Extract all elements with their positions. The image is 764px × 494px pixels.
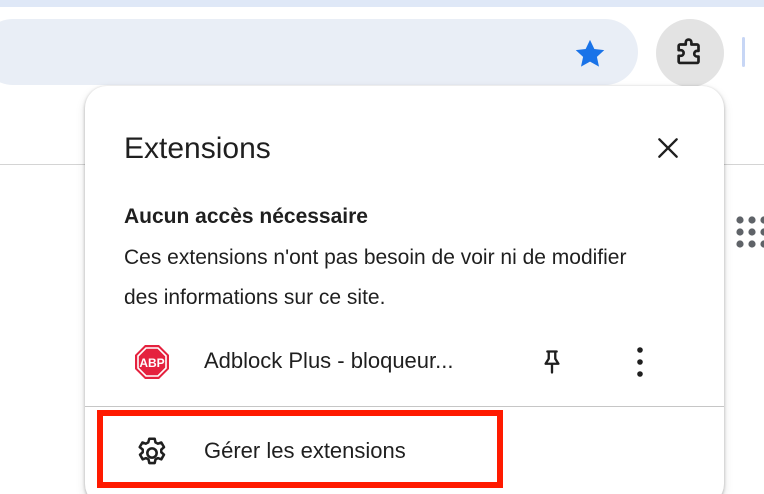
close-button[interactable] xyxy=(648,128,688,168)
puzzle-icon xyxy=(677,38,700,65)
popup-title: Extensions xyxy=(124,132,271,165)
address-bar[interactable] xyxy=(0,19,638,85)
highlight-annotation xyxy=(97,410,503,488)
pin-icon xyxy=(544,350,560,374)
toolbar-edge xyxy=(742,37,745,67)
more-vert-icon xyxy=(637,347,643,377)
adblock-plus-icon: ABP xyxy=(134,344,170,380)
abp-icon-label: ABP xyxy=(139,356,164,370)
extensions-button[interactable] xyxy=(656,19,724,87)
apps-grid-icon[interactable] xyxy=(734,214,764,250)
popup-divider xyxy=(85,406,724,407)
section-description: Ces extensions n'ont pas besoin de voir … xyxy=(124,246,627,309)
pin-button[interactable] xyxy=(530,340,574,384)
more-options-button[interactable] xyxy=(618,340,662,384)
extension-name[interactable]: Adblock Plus - bloqueur... xyxy=(204,348,453,374)
bookmark-star-icon[interactable] xyxy=(572,36,608,72)
section-title: Aucun accès nécessaire xyxy=(124,205,368,228)
close-icon xyxy=(658,138,678,158)
window-top-strip xyxy=(0,0,764,7)
